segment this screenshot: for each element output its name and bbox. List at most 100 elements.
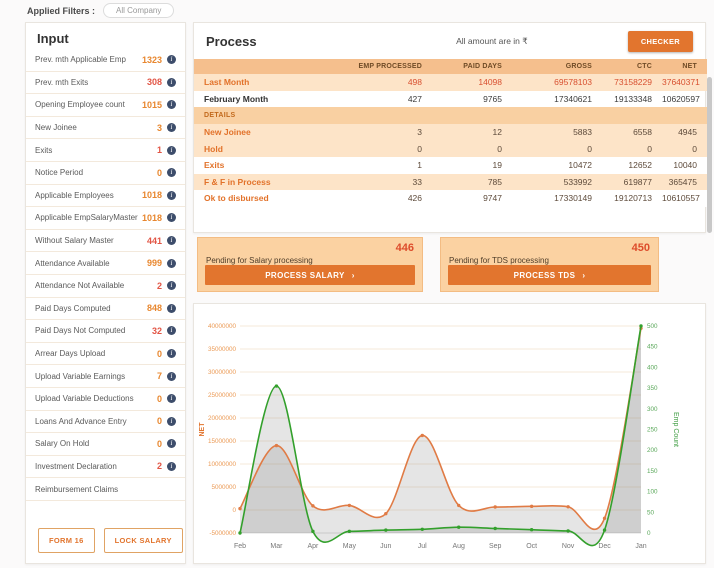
svg-text:Apr: Apr: [307, 543, 319, 550]
info-icon[interactable]: i: [167, 77, 176, 87]
input-row-value: 0: [156, 438, 162, 449]
svg-text:350: 350: [647, 385, 658, 392]
input-row-value: 1018: [141, 190, 162, 201]
info-icon[interactable]: i: [167, 168, 176, 178]
info-icon[interactable]: i: [167, 461, 176, 471]
table-row: New Joinee 3 12 5883 6558 4945: [194, 123, 707, 141]
input-row-value: 0: [156, 167, 162, 178]
info-icon[interactable]: i: [167, 349, 176, 359]
info-icon[interactable]: i: [167, 100, 176, 110]
info-icon[interactable]: i: [167, 326, 176, 336]
table-cell-value: 5883: [573, 127, 592, 138]
svg-text:15000000: 15000000: [208, 438, 237, 445]
table-cell-value: 533992: [563, 176, 592, 187]
svg-text:Sep: Sep: [489, 543, 502, 550]
input-row-label: Notice Period: [35, 168, 84, 178]
net-empcount-chart-card: 40000000 35000000 30000000 25000000 20000000…: [193, 303, 706, 564]
input-row: Loans And Advance Entry 0 i: [26, 411, 185, 434]
input-row-value: 441: [146, 235, 162, 246]
input-row: Salary On Hold 0 i: [26, 433, 185, 456]
net-empcount-chart: 40000000 35000000 30000000 25000000 20000000…: [194, 304, 705, 568]
info-icon[interactable]: i: [167, 145, 176, 155]
input-row-value: 7: [156, 371, 162, 382]
svg-text:0: 0: [232, 507, 236, 514]
form16-button[interactable]: FORM 16: [38, 528, 95, 553]
table-section-label: DETAILS: [204, 111, 236, 119]
lock-salary-button[interactable]: LOCK SALARY: [103, 528, 183, 553]
input-row-value: 2: [156, 461, 162, 472]
input-row-value: 2: [156, 280, 162, 291]
table-scrollbar[interactable]: [707, 77, 712, 233]
svg-text:Oct: Oct: [526, 543, 537, 550]
table-cell-value: 12: [492, 127, 502, 138]
process-salary-button[interactable]: PROCESS SALARY ›: [205, 265, 415, 285]
input-row-label: Reimbursement Claims: [35, 484, 119, 494]
input-row-label: Exits: [35, 145, 53, 155]
info-icon[interactable]: i: [167, 190, 176, 200]
input-row-label: Salary On Hold: [35, 439, 90, 449]
info-icon[interactable]: i: [167, 281, 176, 291]
svg-text:450: 450: [647, 344, 658, 351]
info-icon[interactable]: i: [167, 55, 176, 65]
table-cell-value: 17340621: [554, 93, 592, 104]
table-cell-value: 1: [417, 160, 422, 171]
info-icon[interactable]: i: [167, 213, 176, 223]
info-icon[interactable]: i: [167, 416, 176, 426]
company-filter-chip[interactable]: All Company: [103, 3, 175, 18]
table-cell-value: 33: [412, 176, 422, 187]
input-rows: Prev. mth Applicable Emp 1323 i Prev. mth E…: [26, 49, 185, 501]
input-row-label: New Joinee: [35, 123, 77, 133]
info-icon[interactable]: i: [167, 236, 176, 246]
table-cell-value: 785: [487, 176, 502, 187]
table-cell-value: 19: [492, 160, 502, 171]
input-row: Notice Period 0 i: [26, 162, 185, 185]
table-cell-value: 19133348: [614, 93, 652, 104]
process-header: Process All amount are in ₹ CHECKER: [194, 23, 705, 59]
input-row-label: Loans And Advance Entry: [35, 416, 127, 426]
svg-text:-5000000: -5000000: [209, 530, 236, 537]
svg-text:400: 400: [647, 364, 658, 371]
process-tds-button[interactable]: PROCESS TDS ›: [448, 265, 651, 285]
input-row-value: 848: [146, 303, 162, 314]
table-cell-value: 619877: [623, 176, 652, 187]
pending-tds-label: Pending for TDS processing: [449, 256, 549, 265]
table-row-label: Ok to disbursed: [204, 193, 269, 204]
input-row-value: 0: [156, 416, 162, 427]
svg-text:150: 150: [647, 468, 658, 475]
table-row-label: Exits: [204, 160, 225, 171]
info-icon[interactable]: i: [167, 371, 176, 381]
input-row-label: Upload Variable Earnings: [35, 371, 126, 381]
table-row: Hold 0 0 0 0 0: [194, 140, 707, 157]
info-icon[interactable]: i: [167, 123, 176, 133]
table-cell-value: 0: [587, 143, 592, 154]
svg-text:35000000: 35000000: [208, 346, 237, 353]
input-row: Without Salary Master 441 i: [26, 230, 185, 253]
info-icon[interactable]: i: [167, 258, 176, 268]
table-column-header: GROSS: [512, 59, 602, 74]
input-row: Upload Variable Earnings 7 i: [26, 365, 185, 388]
input-row: Paid Days Computed 848 i: [26, 298, 185, 321]
input-row-label: Paid Days Computed: [35, 303, 111, 313]
table-cell-value: 9765: [483, 93, 502, 104]
checker-button[interactable]: CHECKER: [627, 31, 693, 52]
input-row: Investment Declaration 2 i: [26, 456, 185, 479]
svg-text:Jan: Jan: [635, 543, 646, 550]
input-row: New Joinee 3 i: [26, 117, 185, 140]
svg-text:10000000: 10000000: [208, 461, 237, 468]
info-icon[interactable]: i: [167, 303, 176, 313]
pending-tds-count: 450: [631, 242, 650, 254]
input-row-label: Paid Days Not Computed: [35, 326, 126, 336]
input-row-value: 999: [146, 258, 162, 269]
table-column-header: NET: [662, 59, 707, 74]
svg-text:Dec: Dec: [598, 543, 611, 550]
process-title: Process: [206, 34, 257, 49]
input-row-value: 32: [151, 325, 162, 336]
svg-text:25000000: 25000000: [208, 392, 237, 399]
input-panel: Input Prev. mth Applicable Emp 1323 i Prev.…: [25, 22, 186, 564]
info-icon[interactable]: i: [167, 394, 176, 404]
info-icon[interactable]: i: [167, 439, 176, 449]
table-row: Exits 1 19 10472 12652 10040: [194, 156, 707, 174]
table-row-label: New Joinee: [204, 127, 251, 138]
svg-text:500: 500: [647, 323, 658, 330]
input-row: Prev. mth Exits 308 i: [26, 72, 185, 95]
